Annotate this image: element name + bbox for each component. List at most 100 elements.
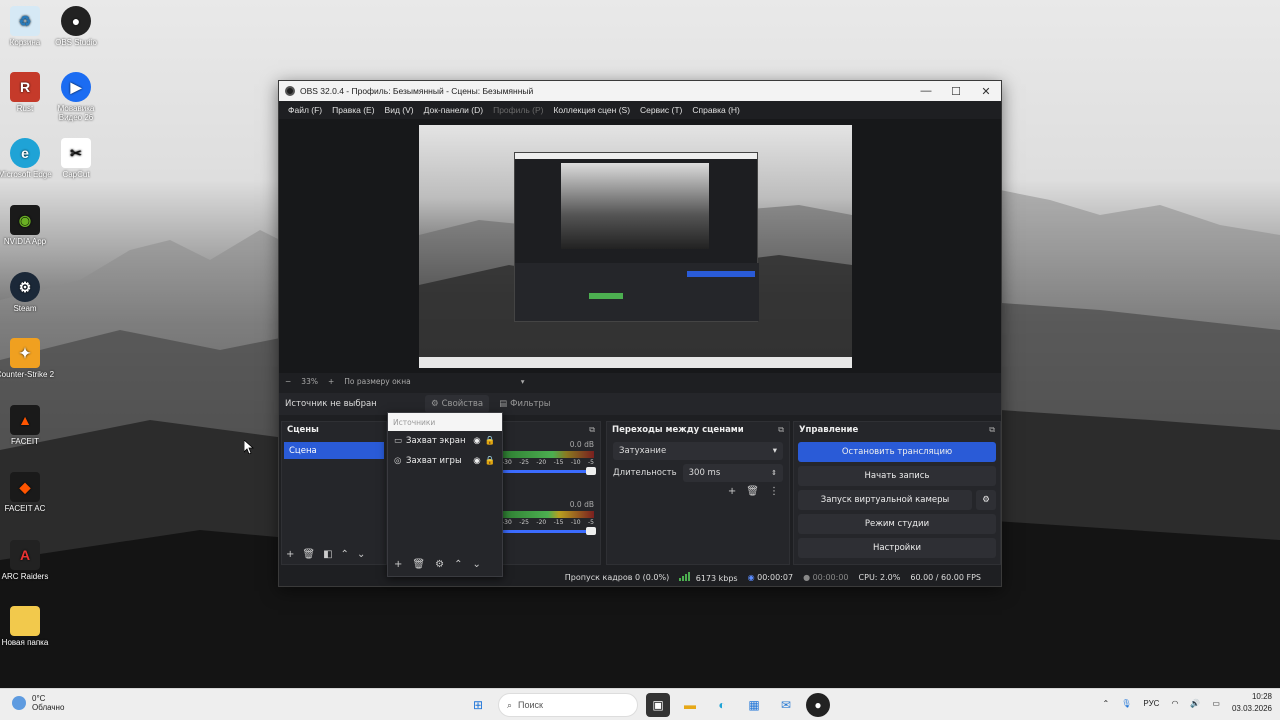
volume-slider[interactable]: [502, 467, 596, 475]
obs-icon[interactable]: ●: [806, 693, 830, 717]
close-button[interactable]: ✕: [971, 85, 1001, 98]
window-title: OBS 32.0.4 - Профиль: Безымянный - Сцены…: [300, 86, 534, 96]
scenes-dock: Сцены Сцена + 🗑 ◧ ⌃ ⌄: [281, 421, 387, 565]
zoom-out-button[interactable]: −: [285, 377, 291, 386]
desktop-icon-cs2[interactable]: ✦ Counter-Strike 2: [0, 338, 55, 379]
scale-tick: -30: [502, 459, 512, 466]
desktop-icon-arc-raiders[interactable]: A ARC Raiders: [0, 540, 55, 581]
float-icon[interactable]: ⧉: [989, 425, 995, 435]
transition-selected: Затухание: [619, 446, 667, 456]
trash-icon[interactable]: 🗑: [412, 559, 425, 570]
studio-mode-button[interactable]: Режим студии: [798, 514, 996, 534]
task-view-icon[interactable]: ▣: [646, 693, 670, 717]
transitions-toolbar: + 🗑 ⋮: [607, 486, 789, 497]
gear-icon[interactable]: ⚙: [435, 559, 444, 570]
edge-icon[interactable]: ◐: [710, 693, 734, 717]
desktop-icon-faceit[interactable]: ▲ FACEIT: [0, 405, 55, 446]
desktop-icon-new-folder[interactable]: Новая папка: [0, 606, 55, 647]
desktop-icon-label: FACEIT AC: [4, 504, 46, 513]
filter-icon: ▤: [499, 399, 508, 409]
gear-icon[interactable]: ⚙: [976, 490, 996, 510]
sources-dock[interactable]: Источники ▭ Захват экран ◉ 🔒 ◎ Захват иг…: [387, 412, 503, 577]
desktop-icon-obs[interactable]: ● OBS Studio: [46, 6, 106, 47]
lock-icon[interactable]: 🔒: [484, 436, 496, 446]
transition-select[interactable]: Затухание ▾: [613, 442, 783, 460]
minimize-button[interactable]: —: [911, 85, 941, 97]
filter-icon[interactable]: ◧: [323, 549, 332, 560]
chevron-down-icon[interactable]: ▾: [521, 377, 525, 386]
stepper-arrows-icon[interactable]: ⇕: [771, 469, 777, 477]
settings-button[interactable]: Настройки: [798, 538, 996, 558]
lock-icon[interactable]: 🔒: [484, 456, 496, 466]
preview-canvas[interactable]: [419, 125, 852, 368]
transitions-title: Переходы между сценами: [612, 425, 744, 435]
menu-file[interactable]: Файл (F): [283, 105, 327, 115]
zoom-in-button[interactable]: +: [328, 377, 334, 386]
scale-tick: -10: [570, 459, 581, 466]
eye-icon[interactable]: ◉: [470, 436, 484, 446]
chevron-up-icon[interactable]: ⌃: [341, 549, 349, 560]
desktop-icon-nvidia[interactable]: ◉ NVIDIA App: [0, 205, 55, 246]
desktop-icon-capcut[interactable]: ✂ CapCut: [46, 138, 106, 179]
faceit-ac-icon: ◆: [10, 472, 40, 502]
menu-help[interactable]: Справка (H): [687, 105, 745, 115]
desktop-icon-label: Мовавика Видео 26: [57, 104, 95, 122]
source-item[interactable]: ▭ Захват экран ◉ 🔒: [388, 431, 502, 451]
preview-area[interactable]: [279, 119, 1001, 373]
microphone-icon[interactable]: 🎙: [1121, 699, 1131, 708]
sources-title[interactable]: Источники: [388, 413, 502, 431]
capcut-icon: ✂: [61, 138, 91, 168]
menu-view[interactable]: Вид (V): [380, 105, 419, 115]
properties-button[interactable]: ⚙ Свойства: [425, 395, 490, 413]
source-item[interactable]: ◎ Захват игры ◉ 🔒: [388, 451, 502, 471]
outlook-icon[interactable]: ✉: [774, 693, 798, 717]
scale-tick: -25: [519, 459, 530, 466]
scale-tick: -5: [588, 459, 594, 466]
add-icon[interactable]: +: [286, 549, 294, 560]
desktop-icon-faceit-ac[interactable]: ◆ FACEIT AC: [0, 472, 55, 513]
maximize-button[interactable]: ☐: [941, 85, 971, 98]
search-placeholder: Поиск: [518, 700, 543, 710]
duration-stepper[interactable]: 300 ms ⇕: [682, 464, 783, 482]
desktop-icon-steam[interactable]: ⚙ Steam: [0, 272, 55, 313]
float-icon[interactable]: ⧉: [589, 425, 595, 435]
virtual-camera-button[interactable]: Запуск виртуальной камеры: [798, 490, 972, 510]
menu-docks[interactable]: Док-панели (D): [419, 105, 488, 115]
chevron-up-icon[interactable]: ⌃: [1103, 699, 1110, 708]
store-icon[interactable]: ▦: [742, 693, 766, 717]
trash-icon[interactable]: 🗑: [746, 486, 759, 497]
menu-scene-collection[interactable]: Коллекция сцен (S): [548, 105, 635, 115]
windows-start-icon[interactable]: ⊞: [466, 693, 490, 717]
desktop-icon-label: Microsoft Edge: [0, 170, 52, 179]
scene-item[interactable]: Сцена: [284, 442, 384, 459]
search-box[interactable]: ⌕ Поиск: [498, 693, 638, 717]
chevron-up-icon[interactable]: ⌃: [454, 559, 462, 570]
trash-icon[interactable]: 🗑: [302, 549, 315, 560]
scale-tick: -15: [553, 519, 564, 526]
chevron-down-icon[interactable]: ⌄: [472, 559, 480, 570]
menu-edit[interactable]: Правка (E): [327, 105, 379, 115]
menu-tools[interactable]: Сервис (T): [635, 105, 687, 115]
fit-to-window[interactable]: По размеру окна: [344, 377, 410, 386]
volume-icon[interactable]: 🔊: [1190, 699, 1200, 708]
chevron-down-icon[interactable]: ⌄: [357, 549, 365, 560]
volume-db: 0.0 dB: [569, 500, 594, 509]
title-bar[interactable]: OBS 32.0.4 - Профиль: Безымянный - Сцены…: [279, 81, 1001, 101]
language-indicator[interactable]: РУС: [1143, 699, 1159, 708]
add-icon[interactable]: +: [394, 559, 402, 570]
eye-icon[interactable]: ◉: [470, 456, 484, 466]
volume-slider[interactable]: [502, 527, 596, 535]
stop-stream-button[interactable]: Остановить трансляцию: [798, 442, 996, 462]
more-icon[interactable]: ⋮: [769, 486, 779, 497]
file-explorer-icon[interactable]: ▬: [678, 693, 702, 717]
signal-bars-icon: [679, 571, 691, 581]
clock[interactable]: 10:28 03.03.2026: [1232, 691, 1272, 715]
wifi-icon[interactable]: ◠: [1171, 699, 1178, 708]
float-icon[interactable]: ⧉: [778, 425, 784, 435]
filters-button[interactable]: ▤ Фильтры: [493, 395, 556, 413]
start-record-button[interactable]: Начать запись: [798, 466, 996, 486]
weather-widget[interactable]: 0°C Облачно: [12, 694, 64, 712]
add-icon[interactable]: +: [728, 486, 736, 497]
battery-icon[interactable]: ▭: [1212, 699, 1220, 708]
desktop-icon-movavi[interactable]: ▶ Мовавика Видео 26: [46, 72, 106, 122]
